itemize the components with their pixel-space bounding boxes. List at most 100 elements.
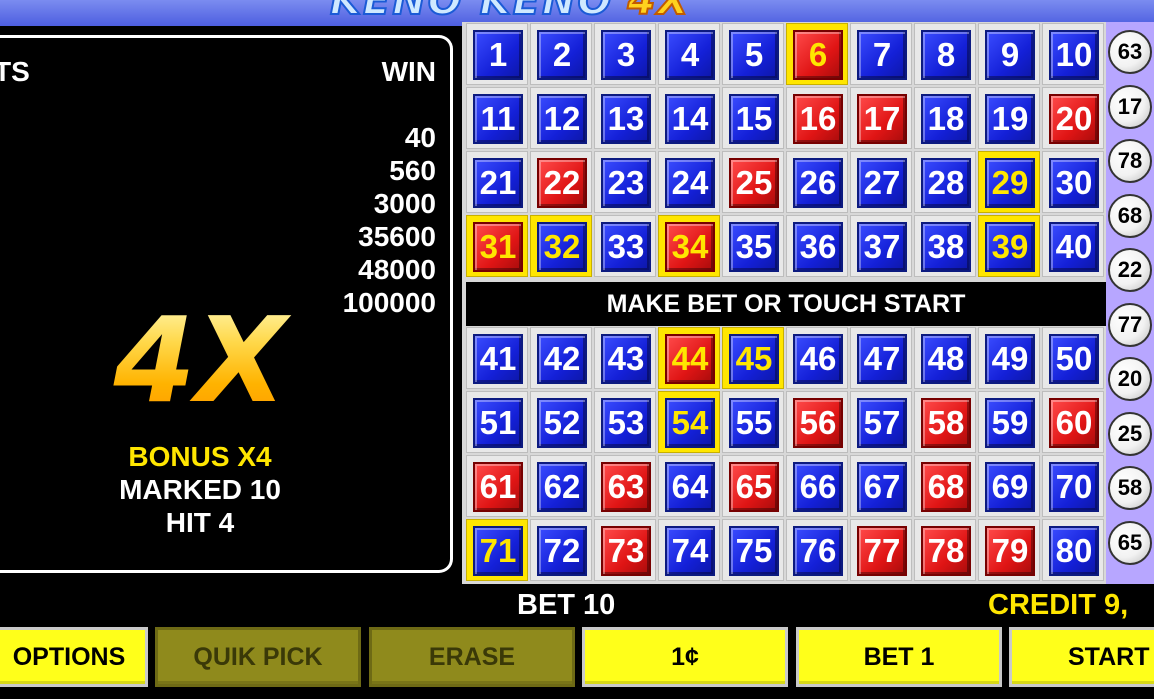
keno-number-cell[interactable]: 38 [914,215,976,277]
keno-number-cell[interactable]: 3 [594,23,656,85]
keno-number-label: 16 [793,94,843,144]
denomination-button[interactable]: 1¢ [582,627,788,687]
keno-number-cell[interactable]: 57 [850,391,912,453]
keno-number-cell[interactable]: 80 [1042,519,1104,581]
keno-number-cell[interactable]: 1 [466,23,528,85]
keno-number-cell[interactable]: 26 [786,151,848,213]
keno-number-cell[interactable]: 27 [850,151,912,213]
options-button[interactable]: OPTIONS [0,627,148,687]
keno-number-cell[interactable]: 37 [850,215,912,277]
keno-number-cell[interactable]: 79 [978,519,1040,581]
keno-number-cell[interactable]: 36 [786,215,848,277]
keno-number-label: 15 [729,94,779,144]
keno-number-cell[interactable]: 19 [978,87,1040,149]
keno-number-cell[interactable]: 25 [722,151,784,213]
keno-number-cell[interactable]: 58 [914,391,976,453]
keno-number-cell[interactable]: 69 [978,455,1040,517]
keno-number-cell[interactable]: 67 [850,455,912,517]
keno-number-label: 25 [729,158,779,208]
keno-number-cell[interactable]: 77 [850,519,912,581]
keno-number-cell[interactable]: 52 [530,391,592,453]
keno-number-cell[interactable]: 41 [466,327,528,389]
keno-number-cell[interactable]: 64 [658,455,720,517]
keno-number-cell[interactable]: 18 [914,87,976,149]
keno-number-cell[interactable]: 60 [1042,391,1104,453]
keno-number-cell[interactable]: 61 [466,455,528,517]
keno-number-label: 69 [985,462,1035,512]
keno-number-cell[interactable]: 62 [530,455,592,517]
start-button[interactable]: START [1009,627,1154,687]
keno-number-cell[interactable]: 23 [594,151,656,213]
keno-number-cell[interactable]: 53 [594,391,656,453]
keno-number-label: 2 [537,30,587,80]
keno-number-cell[interactable]: 66 [786,455,848,517]
keno-number-cell[interactable]: 73 [594,519,656,581]
keno-number-cell[interactable]: 48 [914,327,976,389]
keno-number-label: 3 [601,30,651,80]
keno-number-cell[interactable]: 42 [530,327,592,389]
keno-number-cell[interactable]: 21 [466,151,528,213]
keno-number-cell[interactable]: 59 [978,391,1040,453]
keno-number-cell[interactable]: 15 [722,87,784,149]
keno-number-cell[interactable]: 51 [466,391,528,453]
keno-number-cell[interactable]: 33 [594,215,656,277]
keno-number-cell[interactable]: 65 [722,455,784,517]
keno-number-cell[interactable]: 56 [786,391,848,453]
keno-number-cell[interactable]: 16 [786,87,848,149]
keno-number-cell[interactable]: 29 [978,151,1040,213]
keno-number-cell[interactable]: 12 [530,87,592,149]
keno-number-cell[interactable]: 22 [530,151,592,213]
keno-number-cell[interactable]: 30 [1042,151,1104,213]
keno-number-cell[interactable]: 13 [594,87,656,149]
paytable-win-value: 35600 [358,221,436,252]
keno-number-cell[interactable]: 39 [978,215,1040,277]
keno-number-cell[interactable]: 40 [1042,215,1104,277]
keno-number-cell[interactable]: 32 [530,215,592,277]
bottom-strip [0,688,1154,699]
keno-number-cell[interactable]: 34 [658,215,720,277]
keno-number-label: 74 [665,526,715,576]
keno-number-cell[interactable]: 8 [914,23,976,85]
keno-number-cell[interactable]: 17 [850,87,912,149]
keno-number-cell[interactable]: 71 [466,519,528,581]
keno-number-cell[interactable]: 47 [850,327,912,389]
keno-number-cell[interactable]: 5 [722,23,784,85]
keno-number-cell[interactable]: 31 [466,215,528,277]
keno-number-cell[interactable]: 10 [1042,23,1104,85]
keno-number-cell[interactable]: 76 [786,519,848,581]
keno-number-cell[interactable]: 50 [1042,327,1104,389]
keno-number-cell[interactable]: 28 [914,151,976,213]
keno-number-cell[interactable]: 55 [722,391,784,453]
keno-number-cell[interactable]: 6 [786,23,848,85]
keno-number-cell[interactable]: 7 [850,23,912,85]
keno-number-label: 32 [537,222,587,272]
bet-one-button[interactable]: BET 1 [796,627,1002,687]
keno-number-cell[interactable]: 2 [530,23,592,85]
keno-number-cell[interactable]: 49 [978,327,1040,389]
keno-number-cell[interactable]: 74 [658,519,720,581]
keno-number-cell[interactable]: 24 [658,151,720,213]
keno-number-cell[interactable]: 75 [722,519,784,581]
keno-number-cell[interactable]: 14 [658,87,720,149]
erase-button[interactable]: ERASE [369,627,575,687]
keno-number-label: 57 [857,398,907,448]
keno-number-cell[interactable]: 4 [658,23,720,85]
keno-number-cell[interactable]: 44 [658,327,720,389]
keno-number-label: 11 [473,94,523,144]
keno-number-cell[interactable]: 45 [722,327,784,389]
drawn-ball: 20 [1108,357,1152,401]
keno-number-cell[interactable]: 72 [530,519,592,581]
keno-number-cell[interactable]: 63 [594,455,656,517]
keno-number-cell[interactable]: 43 [594,327,656,389]
keno-number-cell[interactable]: 78 [914,519,976,581]
keno-number-cell[interactable]: 11 [466,87,528,149]
keno-number-cell[interactable]: 20 [1042,87,1104,149]
keno-number-cell[interactable]: 9 [978,23,1040,85]
drawn-ball: 25 [1108,411,1152,456]
quik-pick-button[interactable]: QUIK PICK [155,627,361,687]
keno-number-cell[interactable]: 35 [722,215,784,277]
keno-number-cell[interactable]: 70 [1042,455,1104,517]
keno-number-cell[interactable]: 46 [786,327,848,389]
keno-number-cell[interactable]: 54 [658,391,720,453]
keno-number-cell[interactable]: 68 [914,455,976,517]
